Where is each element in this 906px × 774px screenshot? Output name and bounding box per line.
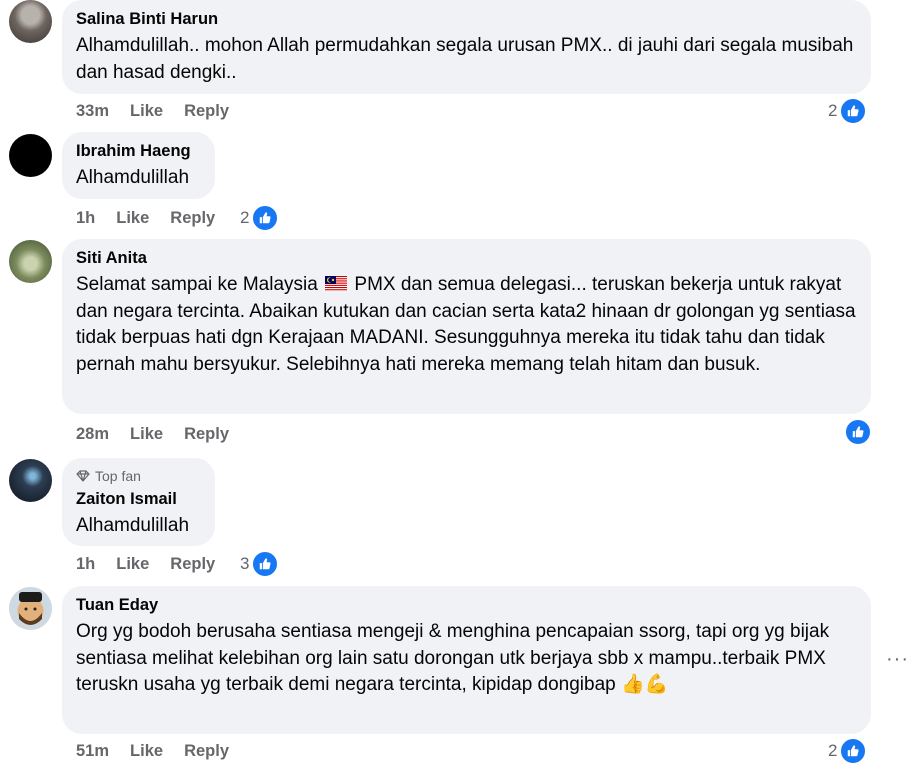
reply-button[interactable]: Reply [184,101,229,121]
comment-text: Org yg bodoh berusaha sentiasa mengeji &… [76,619,857,699]
like-icon [844,418,872,446]
comment-text: Alhamdulillah.. mohon Allah permudahkan … [76,35,854,83]
comment-text: Selamat sampai ke Malaysia PMX dan semua… [76,272,857,378]
commenter-name[interactable]: Zaiton Ismail [76,489,201,509]
comment-actions: 28m Like Reply [76,424,250,444]
avatar-illustration [9,587,52,630]
like-button[interactable]: Like [130,101,163,121]
timestamp[interactable]: 1h [76,208,95,228]
reaction-summary[interactable] [842,418,872,446]
reaction-summary[interactable]: 2 [828,97,868,125]
timestamp[interactable]: 33m [76,101,109,121]
comment-bubble: Salina Binti Harun Alhamdulillah.. mohon… [62,0,871,94]
comment-actions: 33m Like Reply [76,101,250,121]
like-icon [839,737,868,765]
reply-button[interactable]: Reply [184,741,229,761]
comment-text-start: Selamat sampai ke Malaysia [76,274,318,295]
commenter-name[interactable]: Salina Binti Harun [76,9,857,29]
timestamp[interactable]: 28m [76,424,109,444]
top-fan-badge: Top fan [76,467,201,485]
like-button[interactable]: Like [130,424,163,444]
comment-bubble: Tuan Eday Org yg bodoh berusaha sentiasa… [62,586,871,734]
commenter-name[interactable]: Tuan Eday [76,595,857,615]
avatar[interactable] [9,459,52,502]
emoji: 👍💪 [621,674,669,695]
reaction-summary[interactable]: 3 [240,550,280,578]
commenter-name[interactable]: Ibrahim Haeng [76,141,201,161]
comment-text-body: Org yg bodoh berusaha sentiasa mengeji &… [76,621,830,695]
like-button[interactable]: Like [116,554,149,574]
comment-bubble: Siti Anita Selamat sampai ke Malaysia PM… [62,239,871,414]
reaction-count: 2 [240,208,250,227]
reaction-summary[interactable]: 2 [240,204,280,232]
comment-bubble: Top fan Zaiton Ismail Alhamdulillah [62,458,215,546]
comment-actions: 1h Like Reply [76,554,236,574]
commenter-name[interactable]: Siti Anita [76,248,857,268]
reaction-count: 2 [828,101,838,120]
like-button[interactable]: Like [116,208,149,228]
avatar[interactable] [9,240,52,283]
top-fan-diamond-icon [76,470,90,482]
comment-actions: 51m Like Reply [76,741,250,761]
comment-text: Alhamdulillah [76,515,190,536]
like-icon [839,97,868,125]
more-options-icon[interactable]: ··· [886,648,906,671]
comment-text: Alhamdulillah [76,167,190,188]
reaction-count: 2 [828,741,838,760]
reply-button[interactable]: Reply [184,424,229,444]
timestamp[interactable]: 1h [76,554,95,574]
timestamp[interactable]: 51m [76,741,109,761]
avatar[interactable] [9,0,52,43]
avatar[interactable] [9,134,52,177]
comment-actions: 1h Like Reply [76,208,236,228]
comment-bubble: Ibrahim Haeng Alhamdulillah [62,132,215,199]
avatar[interactable] [9,587,52,630]
reply-button[interactable]: Reply [170,554,215,574]
like-icon [251,550,280,578]
reaction-count: 3 [240,554,250,573]
top-fan-label: Top fan [95,468,141,484]
malaysia-flag-icon [325,276,348,291]
reaction-summary[interactable]: 2 [828,737,868,765]
like-icon [251,204,280,232]
reply-button[interactable]: Reply [170,208,215,228]
like-button[interactable]: Like [130,741,163,761]
